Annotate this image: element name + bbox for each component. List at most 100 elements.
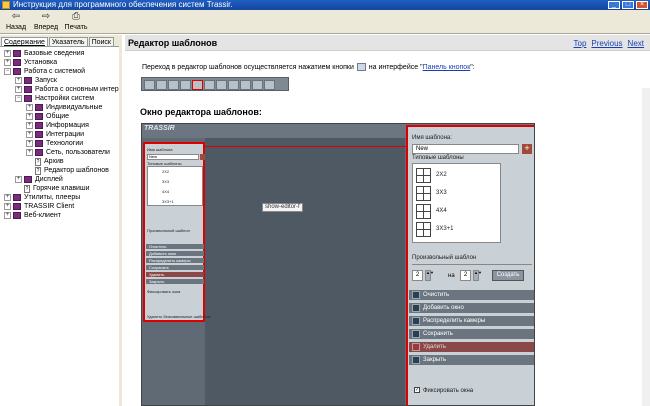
panel-icon	[264, 80, 275, 90]
book-icon	[13, 59, 21, 66]
expand-icon[interactable]: +	[15, 86, 22, 93]
grid-icon	[416, 204, 431, 219]
book-icon	[35, 131, 43, 138]
help-toolbar: ⇦ Назад ⇨ Вперед ⎙ Печать	[0, 10, 650, 34]
tree-item[interactable]: + Общие	[4, 112, 119, 121]
close-button[interactable]: ×	[636, 1, 648, 9]
back-button[interactable]: ⇦ Назад	[3, 10, 29, 34]
next-link[interactable]: Next	[628, 39, 644, 48]
tree-item[interactable]: ? Редактор шаблонов	[4, 166, 119, 175]
tree-item-label: Редактор шаблонов	[44, 167, 109, 174]
page-icon: ?	[35, 157, 41, 166]
tree-item[interactable]: ? Горячие клавиши	[4, 184, 119, 193]
intro-paragraph: Переход в редактор шаблонов осуществляет…	[142, 63, 475, 72]
collapse-icon[interactable]: −	[15, 95, 22, 102]
expand-icon[interactable]: +	[4, 212, 11, 219]
tree-item[interactable]: + Дисплей	[4, 175, 119, 184]
window-title: Инструкция для программного обеспечения …	[13, 0, 233, 9]
expand-icon[interactable]: +	[26, 104, 33, 111]
nav-tabs: Содержание Указатель Поиск	[0, 35, 119, 47]
tree-item[interactable]: + Индивидуальные	[4, 103, 119, 112]
template-item: 3X3	[416, 186, 496, 201]
expand-icon[interactable]: +	[4, 50, 11, 57]
tree-item[interactable]: + Запуск	[4, 76, 119, 85]
mini-name-field: New	[147, 154, 199, 160]
tree-item[interactable]: + Интеграции	[4, 130, 119, 139]
book-icon	[35, 149, 43, 156]
expand-icon[interactable]: +	[15, 77, 22, 84]
panel-icon	[216, 80, 227, 90]
tree-item-label: Индивидуальные	[46, 104, 103, 111]
tree-item[interactable]: + Веб-клиент	[4, 211, 119, 220]
tree-item-label: Архив	[44, 158, 64, 165]
expand-icon[interactable]: +	[4, 194, 11, 201]
panel-icon	[240, 80, 251, 90]
tree-item-label: Горячие клавиши	[33, 185, 90, 192]
forward-button[interactable]: ⇨ Вперед	[33, 10, 59, 34]
tab-contents[interactable]: Содержание	[1, 37, 48, 46]
template-editor-icon	[192, 80, 203, 90]
editor-action-button: Сохранить	[409, 329, 534, 339]
action-icon	[412, 291, 420, 299]
maximize-button[interactable]: □	[622, 1, 634, 9]
tree-item-label: Сеть, пользователи	[46, 149, 110, 156]
tree-item[interactable]: + Утилиты, плееры	[4, 193, 119, 202]
tree-item-label: Дисплей	[35, 176, 63, 183]
expand-icon[interactable]: +	[4, 203, 11, 210]
grid-icon	[416, 222, 431, 237]
panel-icon	[168, 80, 179, 90]
tree-item[interactable]: + TRASSIR Client	[4, 202, 119, 211]
contents-tree: + Базовые сведения + Установка − Работа с сис…	[0, 47, 119, 220]
panel-icon	[156, 80, 167, 90]
template-editor-panel: Имя шаблона: New + Типовые шаблоны 2X2 3…	[406, 125, 534, 405]
previous-link[interactable]: Previous	[591, 39, 622, 48]
back-arrow-icon: ⇦	[11, 11, 21, 22]
columns-spinner: 2	[412, 270, 423, 281]
tree-item[interactable]: + Установка	[4, 58, 119, 67]
expand-icon[interactable]: +	[26, 122, 33, 129]
expand-icon[interactable]: +	[15, 176, 22, 183]
print-button[interactable]: ⎙ Печать	[63, 10, 89, 34]
content-scrollbar[interactable]	[642, 88, 650, 406]
rows-spinner: 2	[460, 270, 471, 281]
expand-icon[interactable]: +	[26, 149, 33, 156]
tree-item-label: Интеграции	[46, 131, 85, 138]
mini-template-list: 2X2 3X3 4X4 3X3+1	[147, 166, 203, 206]
tree-item[interactable]: ? Архив	[4, 157, 119, 166]
tree-item[interactable]: + Технологии	[4, 139, 119, 148]
trassir-logo: TRASSIR	[144, 125, 175, 132]
template-item: 3X3+1	[416, 222, 496, 237]
tree-item-label: Запуск	[35, 77, 57, 84]
expand-icon[interactable]: +	[26, 113, 33, 120]
tree-item[interactable]: + Сеть, пользователи	[4, 148, 119, 157]
expand-icon[interactable]: +	[26, 131, 33, 138]
expand-icon[interactable]: +	[4, 59, 11, 66]
button-panel-link[interactable]: Панель кнопок	[423, 64, 471, 71]
editor-action-button: Распределить камеры	[409, 316, 534, 326]
printer-icon: ⎙	[72, 11, 80, 22]
collapse-icon[interactable]: −	[4, 68, 11, 75]
tree-item[interactable]: − Настройки систем	[4, 94, 119, 103]
tree-item[interactable]: + Базовые сведения	[4, 49, 119, 58]
tab-search[interactable]: Поиск	[88, 37, 114, 46]
book-icon	[35, 122, 43, 129]
tree-item[interactable]: − Работа с системой	[4, 67, 119, 76]
tree-item-label: Информация	[46, 122, 89, 129]
tab-index[interactable]: Указатель	[48, 37, 88, 46]
minimize-button[interactable]: _	[608, 1, 620, 9]
add-template-icon: +	[522, 144, 532, 154]
create-button: Создать	[492, 270, 524, 281]
template-editor-icon	[356, 63, 366, 72]
page-icon: ?	[24, 184, 30, 193]
tree-item[interactable]: + Информация	[4, 121, 119, 130]
checkmark-icon: ✓	[414, 387, 420, 394]
button-panel-image	[141, 77, 289, 91]
tooltip: show-editor-f	[262, 203, 303, 212]
topic-header: Редактор шаблонов Top Previous Next	[125, 35, 650, 51]
expand-icon[interactable]: +	[26, 140, 33, 147]
book-icon	[13, 68, 21, 75]
tree-item[interactable]: + Работа с основным интерфейсом	[4, 85, 119, 94]
top-link[interactable]: Top	[574, 39, 587, 48]
panel-icon	[180, 80, 191, 90]
